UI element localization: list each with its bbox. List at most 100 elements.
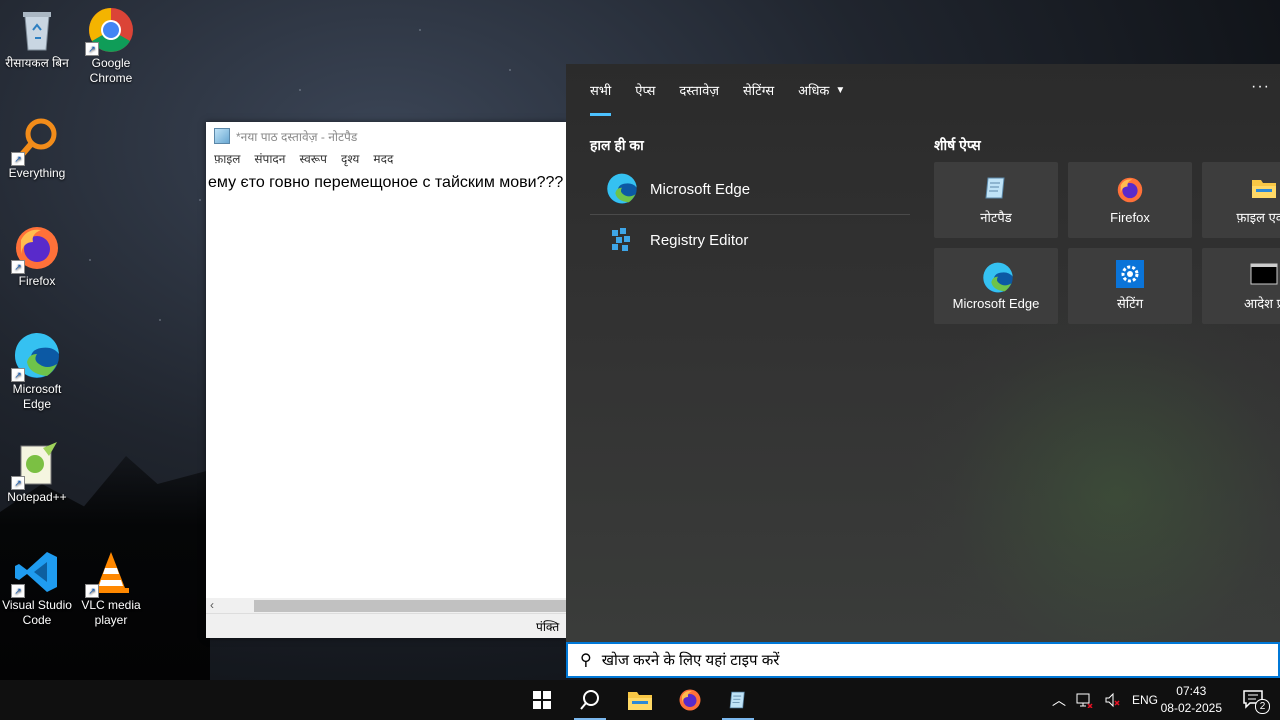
more-options-button[interactable]: ··· — [1251, 78, 1270, 96]
edge-icon — [606, 173, 638, 205]
top-app-firefox[interactable]: Firefox — [1068, 162, 1192, 238]
notepad-icon — [982, 174, 1010, 202]
vscode-icon: ↗ — [11, 548, 61, 598]
notepad-titlebar[interactable]: *नया पाठ दस्तावेज़ - नोटपैड — [206, 122, 568, 150]
shortcut-arrow-icon: ↗ — [85, 42, 99, 56]
top-apps-grid: नोटपैड Firefox फ़ाइल एक्स Microsoft Edge… — [934, 162, 1280, 324]
windows-logo-icon — [533, 691, 551, 709]
menu-view[interactable]: दृश्य — [341, 150, 359, 170]
everything-icon: ↗ — [11, 116, 61, 166]
horizontal-scrollbar[interactable]: ‹ — [206, 598, 568, 614]
chevron-down-icon: ▼ — [835, 84, 846, 96]
desktop-icon-vscode[interactable]: ↗ Visual Studio Code — [0, 548, 74, 628]
network-icon[interactable] — [1076, 692, 1094, 708]
desktop-icon-everything[interactable]: ↗ Everything — [0, 116, 74, 181]
notepad-text-area[interactable]: ему єто говно перемещоное с тайским мови… — [206, 174, 579, 192]
notification-center-button[interactable]: 2 — [1230, 680, 1278, 720]
notepad-title: *नया पाठ दस्तावेज़ - नोटपैड — [236, 129, 358, 144]
top-app-label: Firefox — [1110, 209, 1150, 225]
desktop-icon-google-chrome[interactable]: ↗ Google Chrome — [74, 6, 148, 86]
desktop-icon-label: रीसायकल बिन — [5, 56, 69, 70]
top-app-label: Microsoft Edge — [952, 295, 1040, 311]
clock[interactable]: 07:43 08-02-2025 — [1161, 683, 1222, 717]
desktop-icon-microsoft-edge[interactable]: ↗ Microsoft Edge — [0, 332, 74, 412]
search-box[interactable]: ⚲ खोज करने के लिए यहां टाइप करें — [566, 642, 1280, 678]
firefox-icon: ↗ — [11, 224, 61, 274]
folder-icon — [628, 692, 652, 710]
menu-file[interactable]: फ़ाइल — [214, 150, 240, 170]
shortcut-arrow-icon: ↗ — [11, 476, 25, 490]
notepad-window[interactable]: *नया पाठ दस्तावेज़ - नोटपैड फ़ाइल संपादन… — [206, 122, 579, 638]
search-tabs: सभी ऐप्स दस्तावेज़ सेटिंग्स अधिक ▼ — [578, 64, 857, 116]
notepad-statusbar: पंक्ति — [206, 613, 568, 638]
recent-list: Microsoft Edge Registry Editor — [590, 164, 910, 265]
taskbar-firefox[interactable] — [666, 680, 714, 720]
menu-help[interactable]: मदद — [373, 150, 393, 170]
desktop-icon-notepadpp[interactable]: ↗ Notepad++ — [0, 440, 74, 505]
tab-label: सेटिंग्स — [742, 83, 775, 98]
clock-date: 08-02-2025 — [1160, 701, 1222, 715]
gear-icon — [1116, 260, 1144, 288]
desktop-icon-vlc[interactable]: ↗ VLC media player — [74, 548, 148, 628]
desktop-icon-label: VLC media player — [81, 598, 141, 627]
recent-item-registry-editor[interactable]: Registry Editor — [590, 215, 910, 265]
shortcut-arrow-icon: ↗ — [11, 368, 25, 382]
search-icon — [580, 690, 599, 710]
taskbar-file-explorer[interactable] — [616, 680, 664, 720]
menu-format[interactable]: स्वरूप — [299, 150, 326, 170]
recent-item-edge[interactable]: Microsoft Edge — [590, 164, 910, 214]
desktop-icon-firefox[interactable]: ↗ Firefox — [0, 224, 74, 289]
top-app-notepad[interactable]: नोटपैड — [934, 162, 1058, 238]
shortcut-arrow-icon: ↗ — [85, 584, 99, 598]
desktop-icon-recycle-bin[interactable]: रीसायकल बिन — [0, 6, 74, 71]
tab-apps[interactable]: ऐप्स — [623, 64, 667, 116]
chrome-icon: ↗ — [85, 6, 135, 56]
tab-more[interactable]: अधिक ▼ — [786, 64, 857, 116]
desktop-icon-label: Visual Studio Code — [2, 598, 72, 627]
volume-muted-icon[interactable] — [1104, 692, 1122, 708]
panel-glow — [906, 284, 1280, 642]
notification-count-badge: 2 — [1255, 699, 1270, 714]
status-line: पंक्ति — [536, 620, 560, 634]
shortcut-arrow-icon: ↗ — [11, 152, 25, 166]
recent-item-label: Registry Editor — [650, 231, 749, 249]
search-panel: सभी ऐप्स दस्तावेज़ सेटिंग्स अधिक ▼ ··· हा… — [566, 64, 1280, 642]
notepadpp-icon: ↗ — [11, 440, 61, 490]
recent-section-title: हाल ही का — [590, 137, 644, 153]
top-app-edge[interactable]: Microsoft Edge — [934, 248, 1058, 324]
chevron-up-icon[interactable]: ︿ — [1052, 690, 1066, 710]
taskbar: ︿ ENG 07:43 08-02-2025 2 — [0, 680, 1280, 720]
tab-all[interactable]: सभी — [578, 64, 623, 116]
firefox-icon — [1116, 176, 1144, 204]
menu-edit[interactable]: संपादन — [254, 150, 285, 170]
tab-documents[interactable]: दस्तावेज़ — [667, 64, 731, 116]
top-app-label: फ़ाइल एक्स — [1236, 210, 1280, 225]
desktop-icon-label: Everything — [8, 166, 66, 180]
tab-settings[interactable]: सेटिंग्स — [731, 64, 786, 116]
shortcut-arrow-icon: ↗ — [11, 260, 25, 274]
clock-time: 07:43 — [1176, 684, 1207, 698]
top-app-label: आदेश प्र — [1243, 296, 1280, 311]
taskbar-notepad[interactable] — [714, 680, 762, 720]
notepad-menubar: फ़ाइल संपादन स्वरूप दृश्य मदद — [206, 150, 568, 170]
search-input[interactable]: खोज करने के लिए यहां टाइप करें — [602, 650, 780, 670]
top-app-command-prompt[interactable]: आदेश प्र — [1202, 248, 1280, 324]
vlc-icon: ↗ — [85, 548, 135, 598]
taskbar-search-button[interactable] — [566, 680, 614, 720]
recent-item-label: Microsoft Edge — [650, 180, 751, 198]
command-prompt-icon — [1250, 260, 1278, 288]
scroll-left-icon[interactable]: ‹ — [210, 598, 214, 612]
top-app-file-explorer[interactable]: फ़ाइल एक्स — [1202, 162, 1280, 238]
top-app-settings[interactable]: सेटिंग — [1068, 248, 1192, 324]
start-button[interactable] — [518, 680, 566, 720]
top-apps-section-title: शीर्ष ऐप्स — [934, 137, 981, 153]
edge-icon: ↗ — [11, 332, 61, 382]
desktop-icon-label: Google Chrome — [89, 56, 133, 85]
folder-icon — [1250, 174, 1278, 202]
scrollbar-thumb[interactable] — [254, 600, 568, 612]
tab-label: सभी — [590, 83, 612, 98]
notepad-icon — [729, 691, 745, 709]
top-app-label: नोटपैड — [980, 210, 1012, 225]
language-indicator[interactable]: ENG — [1132, 693, 1158, 707]
tab-label: दस्तावेज़ — [679, 83, 719, 98]
